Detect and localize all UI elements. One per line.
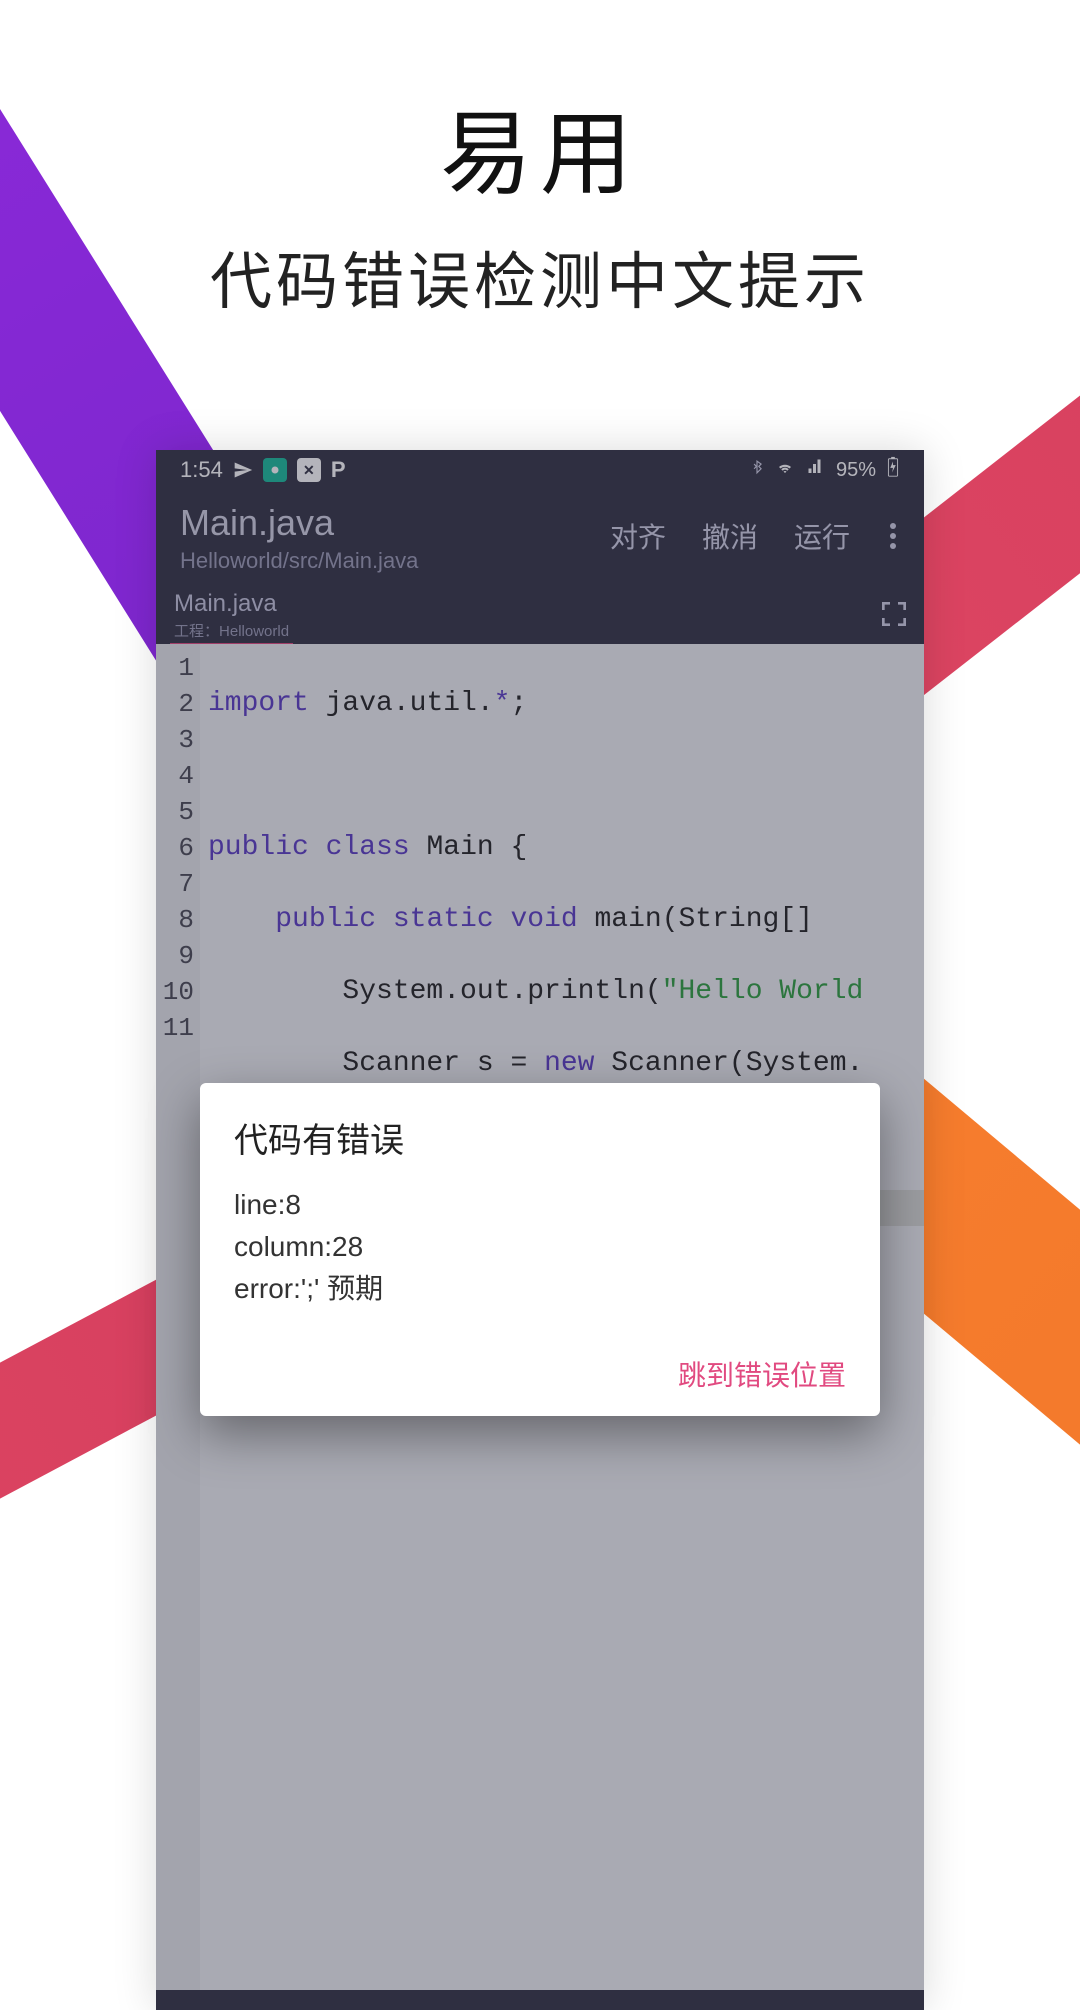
send-icon bbox=[233, 460, 253, 480]
wifi-icon bbox=[774, 458, 796, 482]
error-line: line:8 bbox=[234, 1184, 846, 1226]
status-time: 1:54 bbox=[180, 457, 223, 483]
header-path: Helloworld/src/Main.java bbox=[180, 548, 610, 574]
undo-button[interactable]: 撤消 bbox=[702, 516, 758, 556]
app-icon-p: P bbox=[331, 457, 346, 483]
header-title: Main.java bbox=[180, 502, 610, 544]
tab-project: 工程：Helloworld bbox=[174, 620, 289, 641]
battery-icon bbox=[886, 456, 900, 484]
app-icon-close: ✕ bbox=[297, 458, 321, 482]
tab-main-java[interactable]: Main.java 工程：Helloworld bbox=[170, 586, 293, 647]
fullscreen-icon[interactable] bbox=[878, 598, 910, 635]
phone-frame: 1:54 ✕ P 95% bbox=[156, 450, 924, 2010]
error-column: column:28 bbox=[234, 1226, 846, 1268]
overflow-menu-button[interactable] bbox=[886, 519, 900, 553]
status-bar: 1:54 ✕ P 95% bbox=[156, 450, 924, 490]
signal-icon bbox=[806, 458, 826, 482]
run-button[interactable]: 运行 bbox=[794, 516, 850, 556]
error-message: error:';' 预期 bbox=[234, 1268, 846, 1310]
battery-text: 95% bbox=[836, 459, 876, 482]
tab-label: Main.java bbox=[174, 590, 277, 617]
promo-subtitle: 代码错误检测中文提示 bbox=[0, 231, 1080, 321]
line-gutter: 1 2 3 4 5 6 7 8 9 10 11 bbox=[156, 644, 200, 1990]
promo-title: 易用 bbox=[0, 80, 1080, 213]
app-header: Main.java Helloworld/src/Main.java 对齐 撤消… bbox=[156, 490, 924, 588]
app-icon-green bbox=[263, 458, 287, 482]
dialog-body: line:8 column:28 error:';' 预期 bbox=[234, 1184, 846, 1310]
goto-error-button[interactable]: 跳到错误位置 bbox=[678, 1354, 846, 1394]
align-button[interactable]: 对齐 bbox=[610, 516, 666, 556]
error-dialog: 代码有错误 line:8 column:28 error:';' 预期 跳到错误… bbox=[200, 1083, 880, 1416]
tab-bar: Main.java 工程：Helloworld bbox=[156, 588, 924, 644]
dialog-title: 代码有错误 bbox=[234, 1113, 846, 1162]
bluetooth-icon bbox=[750, 457, 764, 483]
